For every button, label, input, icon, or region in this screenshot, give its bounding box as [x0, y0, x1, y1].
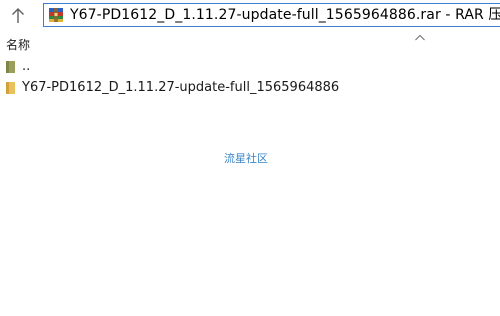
column-name-header[interactable]: 名称: [6, 36, 30, 53]
arrow-up-icon: [12, 8, 24, 23]
list-item-label: ..: [22, 59, 31, 74]
list-item-label: Y67-PD1612_D_1.11.27-update-full_1565964…: [22, 80, 340, 95]
list-item-parent[interactable]: ..: [0, 57, 500, 77]
rar-browser-window: Y67-PD1612_D_1.11.27-update-full_1565964…: [0, 0, 500, 316]
up-button[interactable]: [6, 5, 30, 27]
chevron-up-icon: [415, 34, 425, 41]
list-item-folder[interactable]: Y67-PD1612_D_1.11.27-update-full_1565964…: [0, 78, 500, 98]
rar-archive-icon: [49, 8, 63, 22]
address-text: Y67-PD1612_D_1.11.27-update-full_1565964…: [70, 7, 500, 23]
address-bar[interactable]: Y67-PD1612_D_1.11.27-update-full_1565964…: [43, 3, 500, 27]
folder-icon: [6, 61, 15, 73]
watermark-text: 流星社区: [224, 152, 268, 165]
toolbar: Y67-PD1612_D_1.11.27-update-full_1565964…: [0, 0, 500, 32]
folder-icon: [6, 82, 15, 94]
column-header[interactable]: 名称: [0, 33, 500, 54]
